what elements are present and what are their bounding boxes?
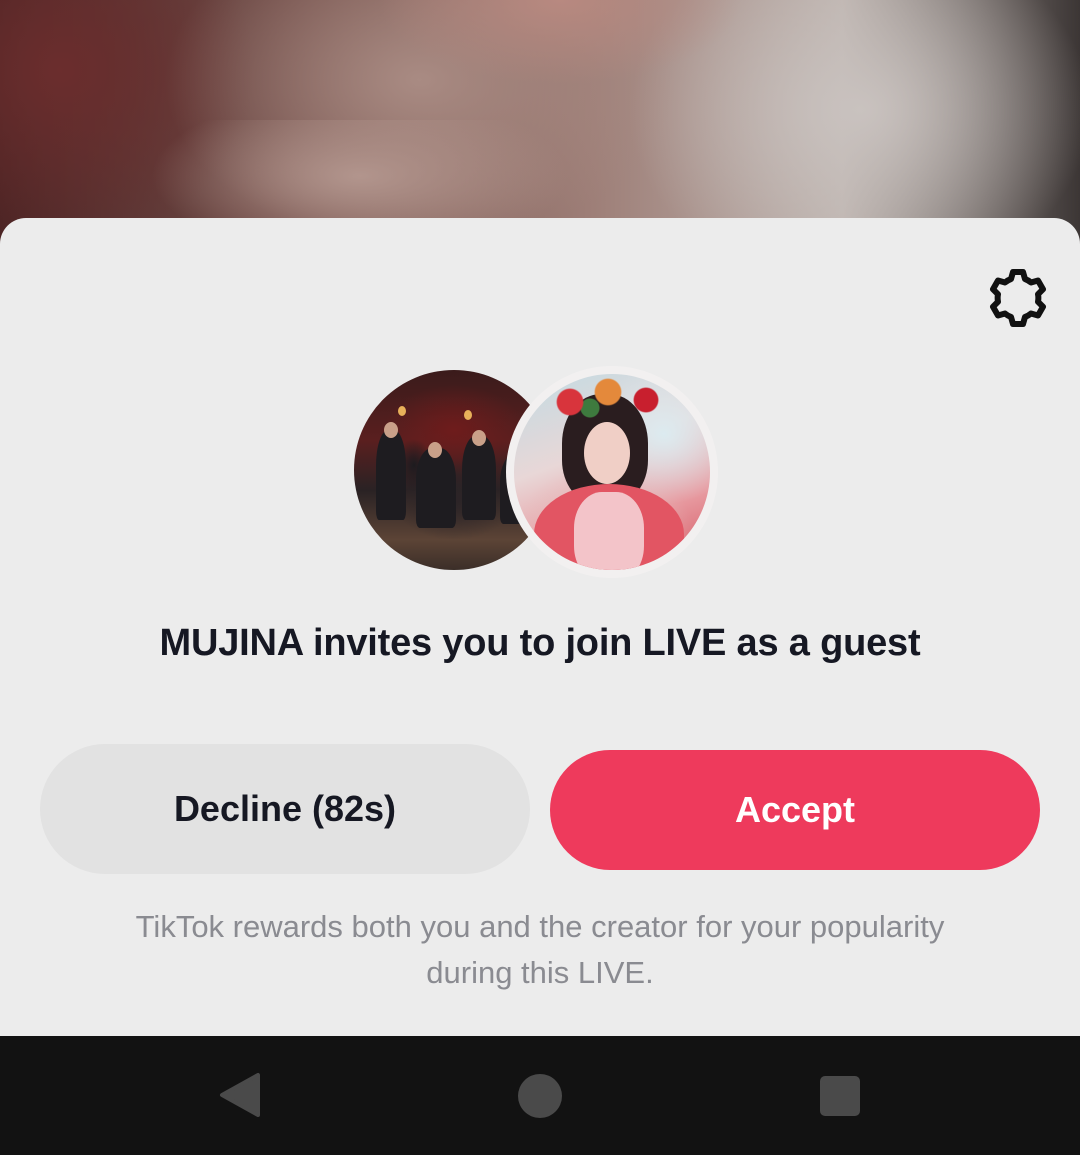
avatar-lamp	[464, 410, 472, 420]
accept-button-label: Accept	[734, 789, 856, 830]
home-circle-icon[interactable]	[518, 1074, 562, 1118]
avatar-face	[384, 422, 398, 438]
avatar-figure	[416, 448, 456, 528]
avatar-figure	[462, 436, 496, 520]
gear-icon[interactable]	[986, 266, 1050, 330]
avatar-robe-detail	[574, 492, 644, 570]
avatar-face	[428, 442, 442, 458]
avatar-figure	[376, 430, 406, 520]
decline-button-label: Decline (82s)	[173, 788, 397, 829]
back-triangle-icon[interactable]	[218, 1072, 262, 1118]
guest-avatar	[506, 366, 718, 578]
avatar-lamp	[398, 406, 406, 416]
decline-button[interactable]: Decline (82s)	[40, 744, 530, 874]
avatar-face	[472, 430, 486, 446]
recents-square-icon[interactable]	[820, 1076, 860, 1116]
guest-avatar-photo	[514, 374, 710, 570]
rewards-footnote: TikTok rewards both you and the creator …	[135, 909, 945, 990]
avatar-face	[584, 422, 630, 484]
invite-headline: MUJINA invites you to join LIVE as a gue…	[159, 622, 921, 664]
accept-button[interactable]: Accept	[550, 750, 1040, 870]
avatar-flower-crown	[550, 378, 670, 418]
